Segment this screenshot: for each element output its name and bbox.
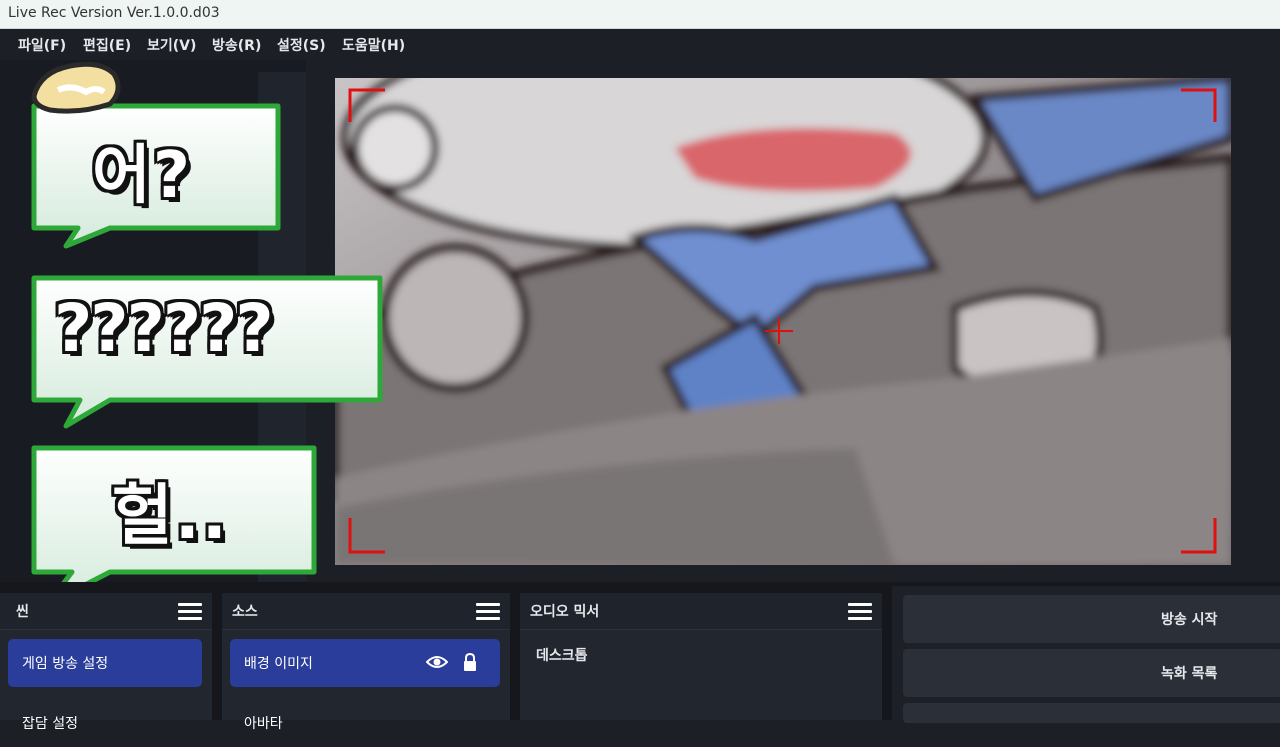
sources-dock: 소스 배경 이미지 아바타 (222, 593, 510, 732)
audio-mixer-title: 오디오 믹서 (530, 604, 600, 620)
scene-item-label: 게임 방송 설정 (22, 656, 109, 672)
recording-list-button[interactable]: 녹화 목록 (903, 649, 1280, 697)
source-item[interactable]: 배경 이미지 (230, 639, 500, 687)
start-broadcast-button[interactable]: 방송 시작 (903, 595, 1280, 643)
preview-image (335, 78, 1231, 565)
source-item-label: 아바타 (244, 716, 283, 732)
bubble-text-1: 어? (92, 139, 193, 213)
sources-title: 소스 (232, 604, 258, 620)
audio-mixer-header: 오디오 믹서 (520, 593, 882, 630)
scenes-dock: 씬 게임 방송 설정 잡담 설정 (0, 593, 212, 732)
start-broadcast-label: 방송 시작 (1161, 612, 1218, 628)
audio-mixer-menu-icon[interactable] (848, 603, 872, 621)
bubble-text-3: 헐.. (112, 477, 229, 554)
sources-header: 소스 (222, 593, 510, 630)
scene-item[interactable]: 잡담 설정 (8, 699, 202, 747)
audio-mixer-dock: 오디오 믹서 데스크톱 (520, 593, 882, 720)
lock-icon[interactable] (462, 652, 478, 672)
bubble-text-2: ?????? (54, 290, 274, 367)
eye-icon[interactable] (426, 654, 448, 670)
scenes-header: 씬 (0, 593, 212, 630)
bread-icon (31, 61, 121, 114)
control-button[interactable] (903, 703, 1280, 723)
scene-item-label: 잡담 설정 (22, 716, 78, 732)
sources-menu-icon[interactable] (476, 603, 500, 621)
preview-canvas[interactable] (335, 78, 1231, 565)
scene-item[interactable]: 게임 방송 설정 (8, 639, 202, 687)
recording-list-label: 녹화 목록 (1161, 666, 1218, 682)
source-item-label: 배경 이미지 (244, 656, 313, 672)
scenes-menu-icon[interactable] (178, 603, 202, 621)
scenes-title: 씬 (16, 604, 29, 620)
source-item[interactable]: 아바타 (230, 699, 500, 747)
audio-channel-label: 데스크톱 (536, 648, 588, 664)
